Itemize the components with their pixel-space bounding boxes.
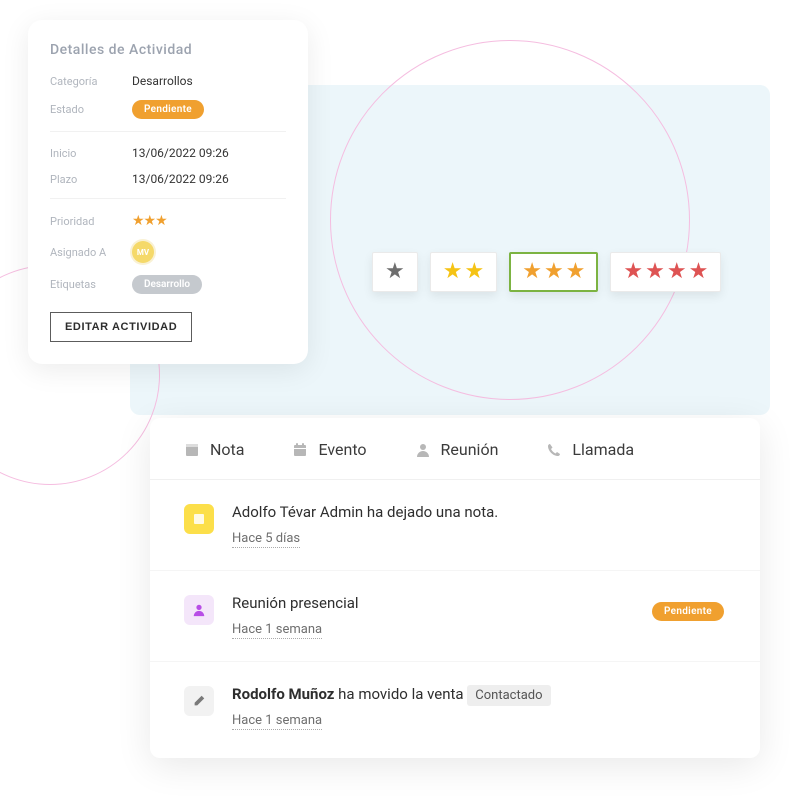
rating-option-4[interactable]: ★ ★ ★ ★ bbox=[610, 252, 721, 292]
priority-row: Prioridad ★★★ bbox=[50, 213, 286, 229]
tags-row: Etiquetas Desarrollo bbox=[50, 275, 286, 294]
phone-icon bbox=[546, 442, 562, 458]
star-icon: ★ bbox=[623, 261, 643, 283]
feed-tabs: Nota Evento Reunión Llamada bbox=[150, 418, 760, 480]
assigned-row: Asignado A MV bbox=[50, 241, 286, 263]
start-label: Inicio bbox=[50, 147, 132, 160]
divider bbox=[50, 198, 286, 199]
tab-reunion[interactable]: Reunión bbox=[415, 440, 499, 459]
edit-activity-button[interactable]: EDITAR ACTIVIDAD bbox=[50, 312, 192, 342]
person-icon bbox=[415, 442, 431, 458]
priority-label: Prioridad bbox=[50, 215, 132, 228]
tab-label: Reunión bbox=[441, 440, 499, 459]
category-value: Desarrollos bbox=[132, 74, 193, 88]
feed-body: Rodolfo Muñoz ha movido la venta Contact… bbox=[232, 684, 726, 730]
star-icon: ★★★ bbox=[132, 213, 167, 229]
note-icon bbox=[184, 504, 214, 534]
tag-chip: Desarrollo bbox=[132, 275, 202, 294]
feed-text: Adolfo Tévar Admin ha dejado una nota. bbox=[232, 502, 726, 523]
star-icon: ★ bbox=[566, 261, 586, 283]
feed-actor: Rodolfo Muñoz bbox=[232, 685, 334, 703]
feed-timestamp[interactable]: Hace 1 semana bbox=[232, 713, 322, 730]
status-chip: Contactado bbox=[467, 685, 550, 706]
tab-label: Evento bbox=[318, 440, 366, 459]
star-icon: ★ bbox=[522, 261, 542, 283]
start-value: 13/06/2022 09:26 bbox=[132, 146, 229, 160]
divider bbox=[50, 131, 286, 132]
star-icon: ★ bbox=[464, 261, 484, 283]
feed-status-badge: Pendiente bbox=[652, 599, 724, 621]
star-icon: ★ bbox=[645, 261, 665, 283]
feed-item-move: Rodolfo Muñoz ha movido la venta Contact… bbox=[150, 662, 760, 752]
card-title: Detalles de Actividad bbox=[50, 42, 286, 58]
star-icon: ★ bbox=[544, 261, 564, 283]
category-label: Categoría bbox=[50, 75, 132, 88]
feed-item-meeting: Reunión presencial Hace 1 semana Pendien… bbox=[150, 571, 760, 662]
avatar[interactable]: MV bbox=[132, 241, 154, 263]
tab-label: Nota bbox=[210, 440, 244, 459]
status-badge: Pendiente bbox=[132, 100, 204, 119]
activity-details-card: Detalles de Actividad Categoría Desarrol… bbox=[28, 20, 308, 364]
rating-selector: ★ ★ ★ ★ ★ ★ ★ ★ ★ ★ bbox=[372, 252, 721, 292]
feed-text: Rodolfo Muñoz ha movido la venta Contact… bbox=[232, 684, 726, 705]
star-icon: ★ bbox=[443, 261, 463, 283]
deadline-row: Plazo 13/06/2022 09:26 bbox=[50, 172, 286, 186]
category-row: Categoría Desarrollos bbox=[50, 74, 286, 88]
status-badge: Pendiente bbox=[652, 602, 724, 621]
star-icon: ★ bbox=[667, 261, 687, 283]
rating-option-3[interactable]: ★ ★ ★ bbox=[509, 252, 598, 292]
status-row: Estado Pendiente bbox=[50, 100, 286, 119]
tab-label: Llamada bbox=[572, 440, 634, 459]
start-row: Inicio 13/06/2022 09:26 bbox=[50, 146, 286, 160]
priority-stars: ★★★ bbox=[132, 213, 167, 229]
activity-feed-card: Nota Evento Reunión Llamada Adolfo Tévar… bbox=[150, 418, 760, 758]
note-icon bbox=[184, 442, 200, 458]
deadline-label: Plazo bbox=[50, 173, 132, 186]
feed-timestamp[interactable]: Hace 5 días bbox=[232, 531, 300, 548]
tab-nota[interactable]: Nota bbox=[184, 440, 244, 459]
tab-llamada[interactable]: Llamada bbox=[546, 440, 634, 459]
tags-label: Etiquetas bbox=[50, 278, 132, 291]
calendar-icon bbox=[292, 442, 308, 458]
pencil-icon bbox=[184, 686, 214, 716]
rating-option-2[interactable]: ★ ★ bbox=[430, 252, 497, 292]
feed-action: ha movido la venta bbox=[334, 685, 467, 703]
feed-body: Adolfo Tévar Admin ha dejado una nota. H… bbox=[232, 502, 726, 548]
assigned-label: Asignado A bbox=[50, 246, 132, 259]
status-label: Estado bbox=[50, 103, 132, 116]
person-icon bbox=[184, 595, 214, 625]
feed-timestamp[interactable]: Hace 1 semana bbox=[232, 622, 322, 639]
star-icon: ★ bbox=[689, 261, 709, 283]
star-icon: ★ bbox=[385, 261, 405, 283]
tab-evento[interactable]: Evento bbox=[292, 440, 366, 459]
rating-option-1[interactable]: ★ bbox=[372, 252, 418, 292]
deadline-value: 13/06/2022 09:26 bbox=[132, 172, 229, 186]
feed-item-note: Adolfo Tévar Admin ha dejado una nota. H… bbox=[150, 480, 760, 571]
decorative-circle-large bbox=[330, 40, 690, 400]
